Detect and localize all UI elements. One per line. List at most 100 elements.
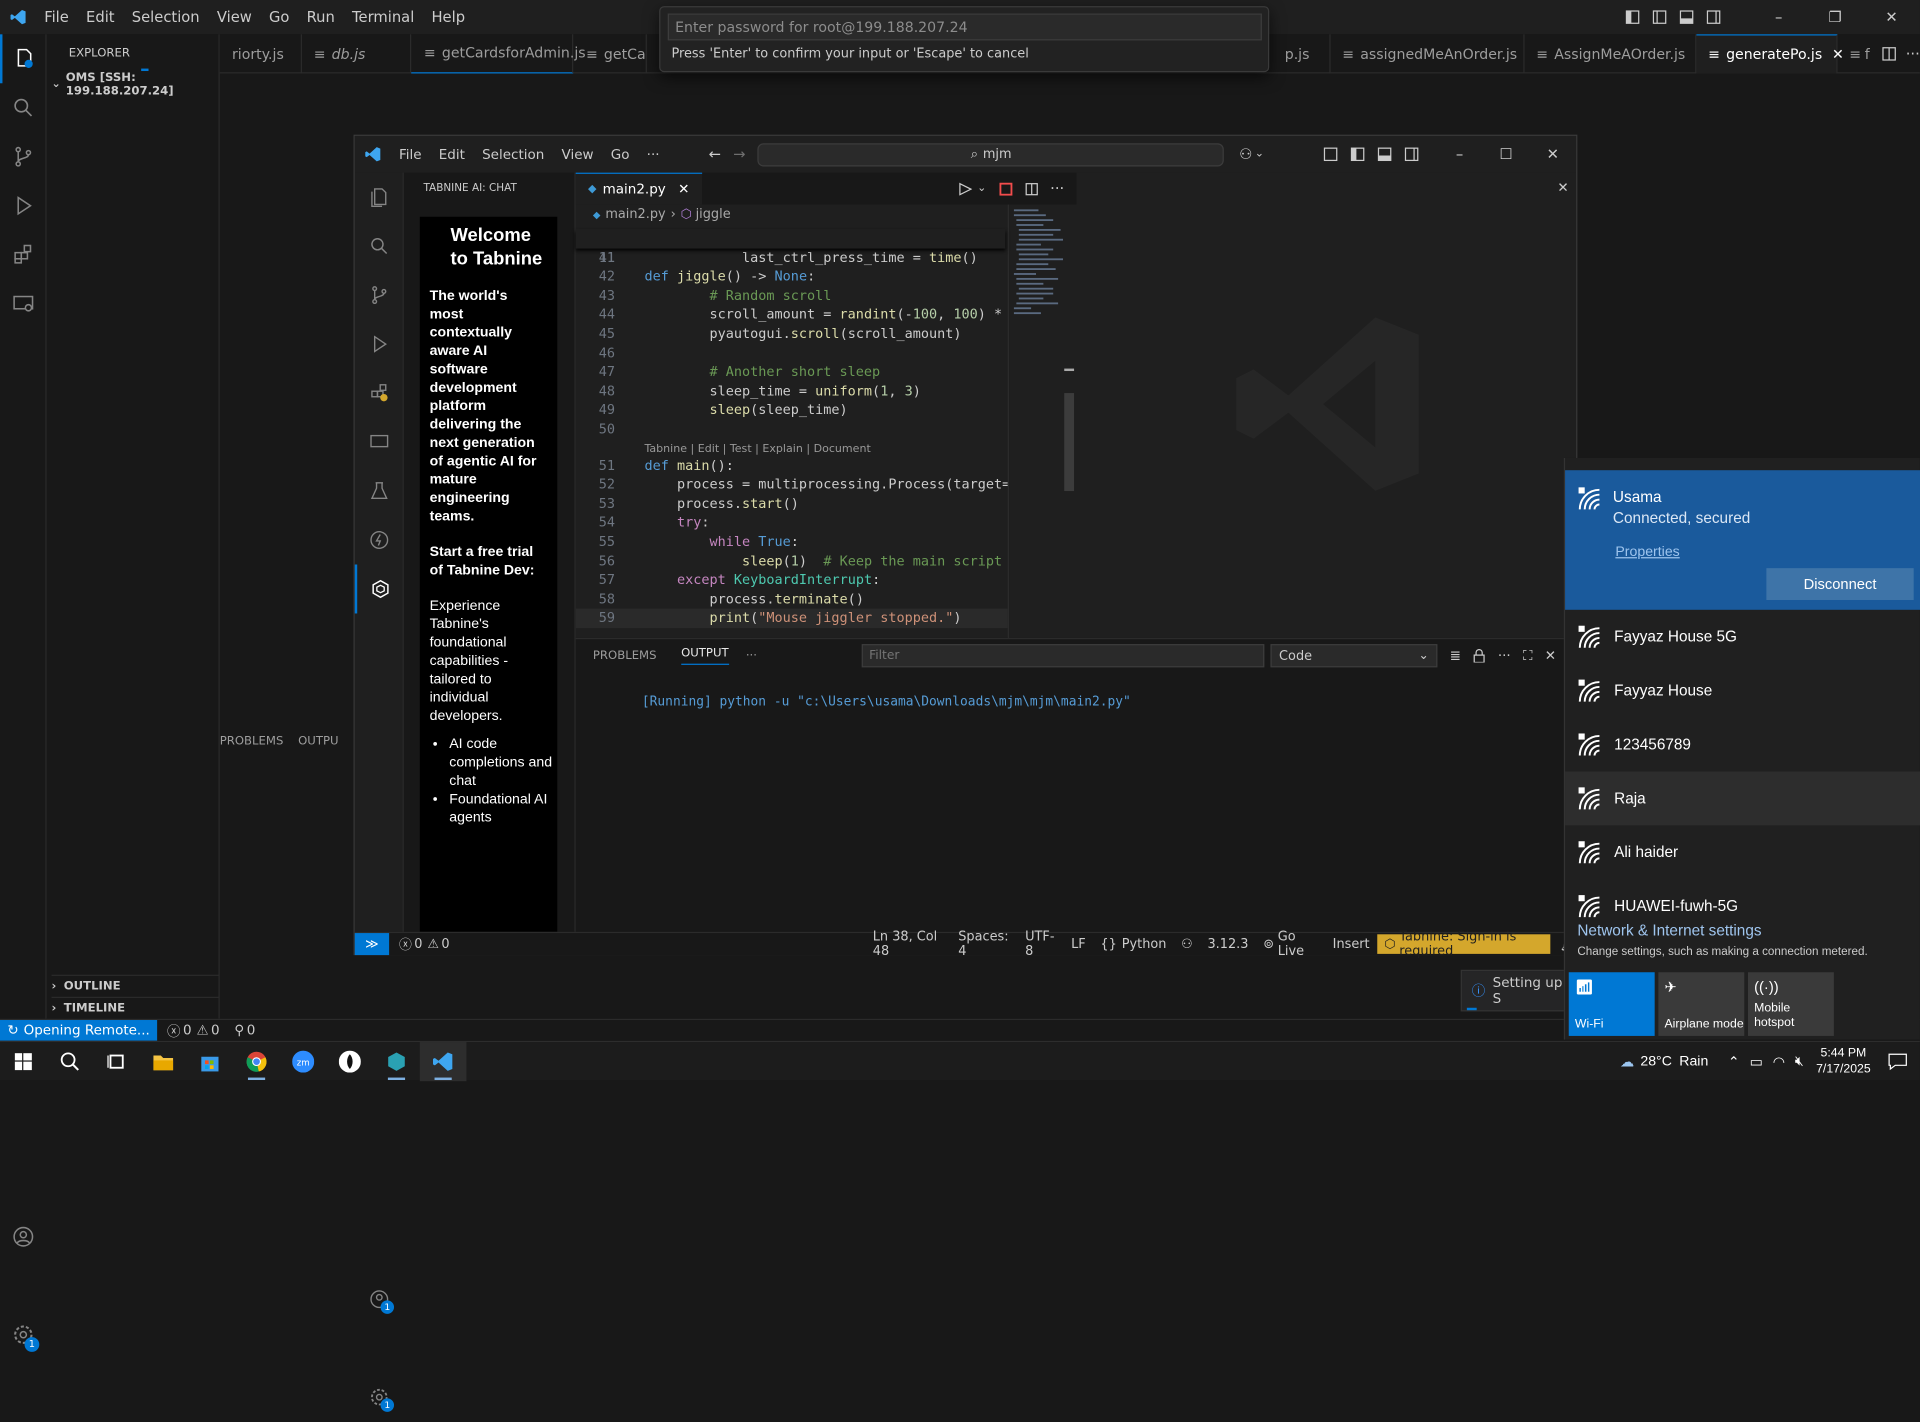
close-tab-icon[interactable]: ✕ <box>678 181 689 197</box>
file-explorer-icon[interactable] <box>140 1041 187 1080</box>
problems-status[interactable]: ⓧ 0 ⚠ 0 <box>399 935 450 953</box>
code-line[interactable]: 58 process.terminate() <box>576 590 1008 609</box>
tab-problems[interactable]: PROBLEMS <box>593 648 657 661</box>
outer-problems-status[interactable]: ⓧ 0 ⚠ 0 ⚲ 0 <box>167 1021 255 1041</box>
split-icon[interactable] <box>1024 182 1038 195</box>
tab-generatepo[interactable]: ≡ generatePo.js ✕ <box>1695 33 1844 73</box>
back-arrow-icon[interactable]: ← <box>709 146 721 163</box>
wifi-connected-item[interactable]: Usama Connected, secured Properties Disc… <box>1565 470 1920 610</box>
task-view-icon[interactable] <box>93 1041 140 1080</box>
close-panel-icon[interactable]: ✕ <box>1545 648 1556 664</box>
code-line[interactable]: 59 print("Mouse jiggler stopped.") <box>575 609 1008 629</box>
quick-hotspot-tile[interactable]: ((·)) Mobile hotspot <box>1747 972 1834 1036</box>
menu-help[interactable]: Help <box>431 9 465 26</box>
forward-arrow-icon[interactable]: → <box>733 146 745 163</box>
tab-assignedmeanorder[interactable]: ≡ assignedMeAnOrder.js <box>1330 33 1524 73</box>
code-line[interactable]: 50 <box>576 420 1008 439</box>
tab-p[interactable]: p.js <box>1272 33 1331 73</box>
chrome-icon[interactable] <box>233 1041 280 1080</box>
code-line[interactable]: 54 try: <box>576 514 1008 533</box>
panel-more-actions-icon[interactable]: ··· <box>1498 648 1511 664</box>
tab-f[interactable]: ≡ f <box>1837 34 1871 73</box>
outline-section[interactable]: › OUTLINE <box>51 974 219 997</box>
inner-maximize-icon[interactable]: ☐ <box>1483 146 1530 163</box>
weather-temp[interactable]: 28°C <box>1640 1054 1672 1069</box>
more-actions-icon[interactable]: ··· <box>1906 45 1920 62</box>
accounts-icon[interactable] <box>0 1212 47 1261</box>
toggle-secondary-sidebar-icon[interactable] <box>1706 10 1721 25</box>
code-line[interactable]: 47 # Another short sleep <box>576 363 1008 382</box>
run-file-icon[interactable] <box>959 182 973 196</box>
app-dark-icon[interactable] <box>327 1041 374 1080</box>
setting-up-notification[interactable]: ⓘ Setting up S <box>1460 969 1572 1012</box>
code-line[interactable]: 46 <box>576 344 1008 363</box>
inner-layout-icon[interactable] <box>1323 147 1338 162</box>
inner-menu-edit[interactable]: Edit <box>439 146 465 162</box>
code-lines[interactable]: 40 pyautogui.hotkey('ctrl', key)41 last_… <box>575 229 1008 638</box>
output-filter-input[interactable] <box>861 644 1265 668</box>
manage-gear-icon[interactable]: 1 <box>0 1310 47 1359</box>
minimap[interactable] <box>1007 204 1064 638</box>
outer-tab-output[interactable]: OUTPU <box>298 734 338 747</box>
close-group-icon[interactable]: ✕ <box>1557 180 1568 196</box>
menu-view[interactable]: View <box>217 9 252 26</box>
indentation[interactable]: Spaces: 4 <box>958 929 1010 958</box>
minimize-icon[interactable]: – <box>1750 9 1806 26</box>
start-windows-icon[interactable] <box>0 1041 47 1080</box>
clear-output-icon[interactable]: ≣ <box>1450 648 1461 664</box>
command-center-search[interactable]: ⌕ mjm <box>757 142 1225 166</box>
timeline-section[interactable]: › TIMELINE <box>51 996 219 1019</box>
menu-selection[interactable]: Selection <box>132 9 200 26</box>
code-line[interactable]: 52 process = multiprocessing.Process(tar… <box>576 475 1008 494</box>
weather-condition[interactable]: Rain <box>1679 1054 1708 1069</box>
remote-indicator[interactable]: ≫ <box>354 933 390 956</box>
lock-scroll-icon[interactable] <box>1473 649 1485 663</box>
output-channel-select[interactable]: Code ⌄ <box>1270 644 1438 668</box>
inner-secondary-icon[interactable] <box>1404 147 1419 162</box>
inner-remote-explorer-icon[interactable] <box>355 418 404 467</box>
breadcrumb-symbol[interactable]: jiggle <box>696 207 731 222</box>
restore-icon[interactable]: ❐ <box>1807 9 1863 26</box>
menu-run[interactable]: Run <box>307 9 335 26</box>
inner-close-icon[interactable]: ✕ <box>1529 146 1576 163</box>
breadcrumb-file[interactable]: main2.py <box>605 207 665 222</box>
code-line[interactable]: 53 process.start() <box>576 494 1008 513</box>
inner-menu-go[interactable]: Go <box>611 146 630 162</box>
editor-more-icon[interactable]: ··· <box>1050 180 1064 197</box>
language-mode[interactable]: Python <box>1122 937 1167 952</box>
remote-explorer-icon[interactable] <box>0 279 47 328</box>
code-line[interactable]: 51 def main(): <box>576 456 1008 475</box>
chevron-down-icon[interactable]: ⌄ <box>977 182 986 194</box>
cursor-position[interactable]: Ln 38, Col 48 <box>873 929 944 958</box>
menu-file[interactable]: File <box>44 9 69 26</box>
properties-link[interactable]: Properties <box>1615 545 1679 560</box>
close-window-icon[interactable]: ✕ <box>1863 9 1919 26</box>
encoding[interactable]: UTF-8 <box>1025 929 1056 958</box>
split-editor-icon[interactable] <box>1881 46 1896 61</box>
inner-menu-selection[interactable]: Selection <box>482 146 544 162</box>
wifi-network-item[interactable]: Ali haider <box>1565 825 1920 879</box>
python-version[interactable]: 3.12.3 <box>1207 937 1248 952</box>
menu-edit[interactable]: Edit <box>86 9 115 26</box>
network-settings-link[interactable]: Network & Internet settings <box>1577 922 1761 939</box>
code-line[interactable]: 55 while True: <box>576 533 1008 552</box>
menu-go[interactable]: Go <box>269 9 289 26</box>
lightning-icon[interactable] <box>355 516 404 565</box>
tab-output[interactable]: OUTPUT <box>681 646 729 665</box>
panel-more-icon[interactable]: ··· <box>746 648 757 661</box>
go-live[interactable]: Go Live <box>1278 929 1318 958</box>
inner-run-debug-icon[interactable] <box>355 320 404 369</box>
inner-source-control-icon[interactable] <box>355 271 404 320</box>
extensions-icon[interactable] <box>0 230 47 279</box>
copilot-status-icon[interactable]: ⚇ <box>1181 937 1193 952</box>
tab-main2[interactable]: ◆ main2.py ✕ <box>575 172 702 205</box>
code-line[interactable]: 45 pyautogui.scroll(scroll_amount) <box>576 324 1008 343</box>
tab-getcardsforadmin[interactable]: ≡ getCardsforAdmin.js <box>411 33 586 73</box>
volume-muted-icon[interactable]: 🔇︎ <box>1795 1054 1804 1070</box>
disconnect-button[interactable]: Disconnect <box>1766 568 1914 601</box>
tab-priority[interactable]: riorty.js <box>220 33 302 73</box>
inner-menu-more[interactable]: ··· <box>647 146 660 162</box>
layout-icon[interactable] <box>1625 10 1640 25</box>
tray-chevron-up-icon[interactable]: ⌃ <box>1728 1053 1740 1071</box>
menu-terminal[interactable]: Terminal <box>352 9 414 26</box>
